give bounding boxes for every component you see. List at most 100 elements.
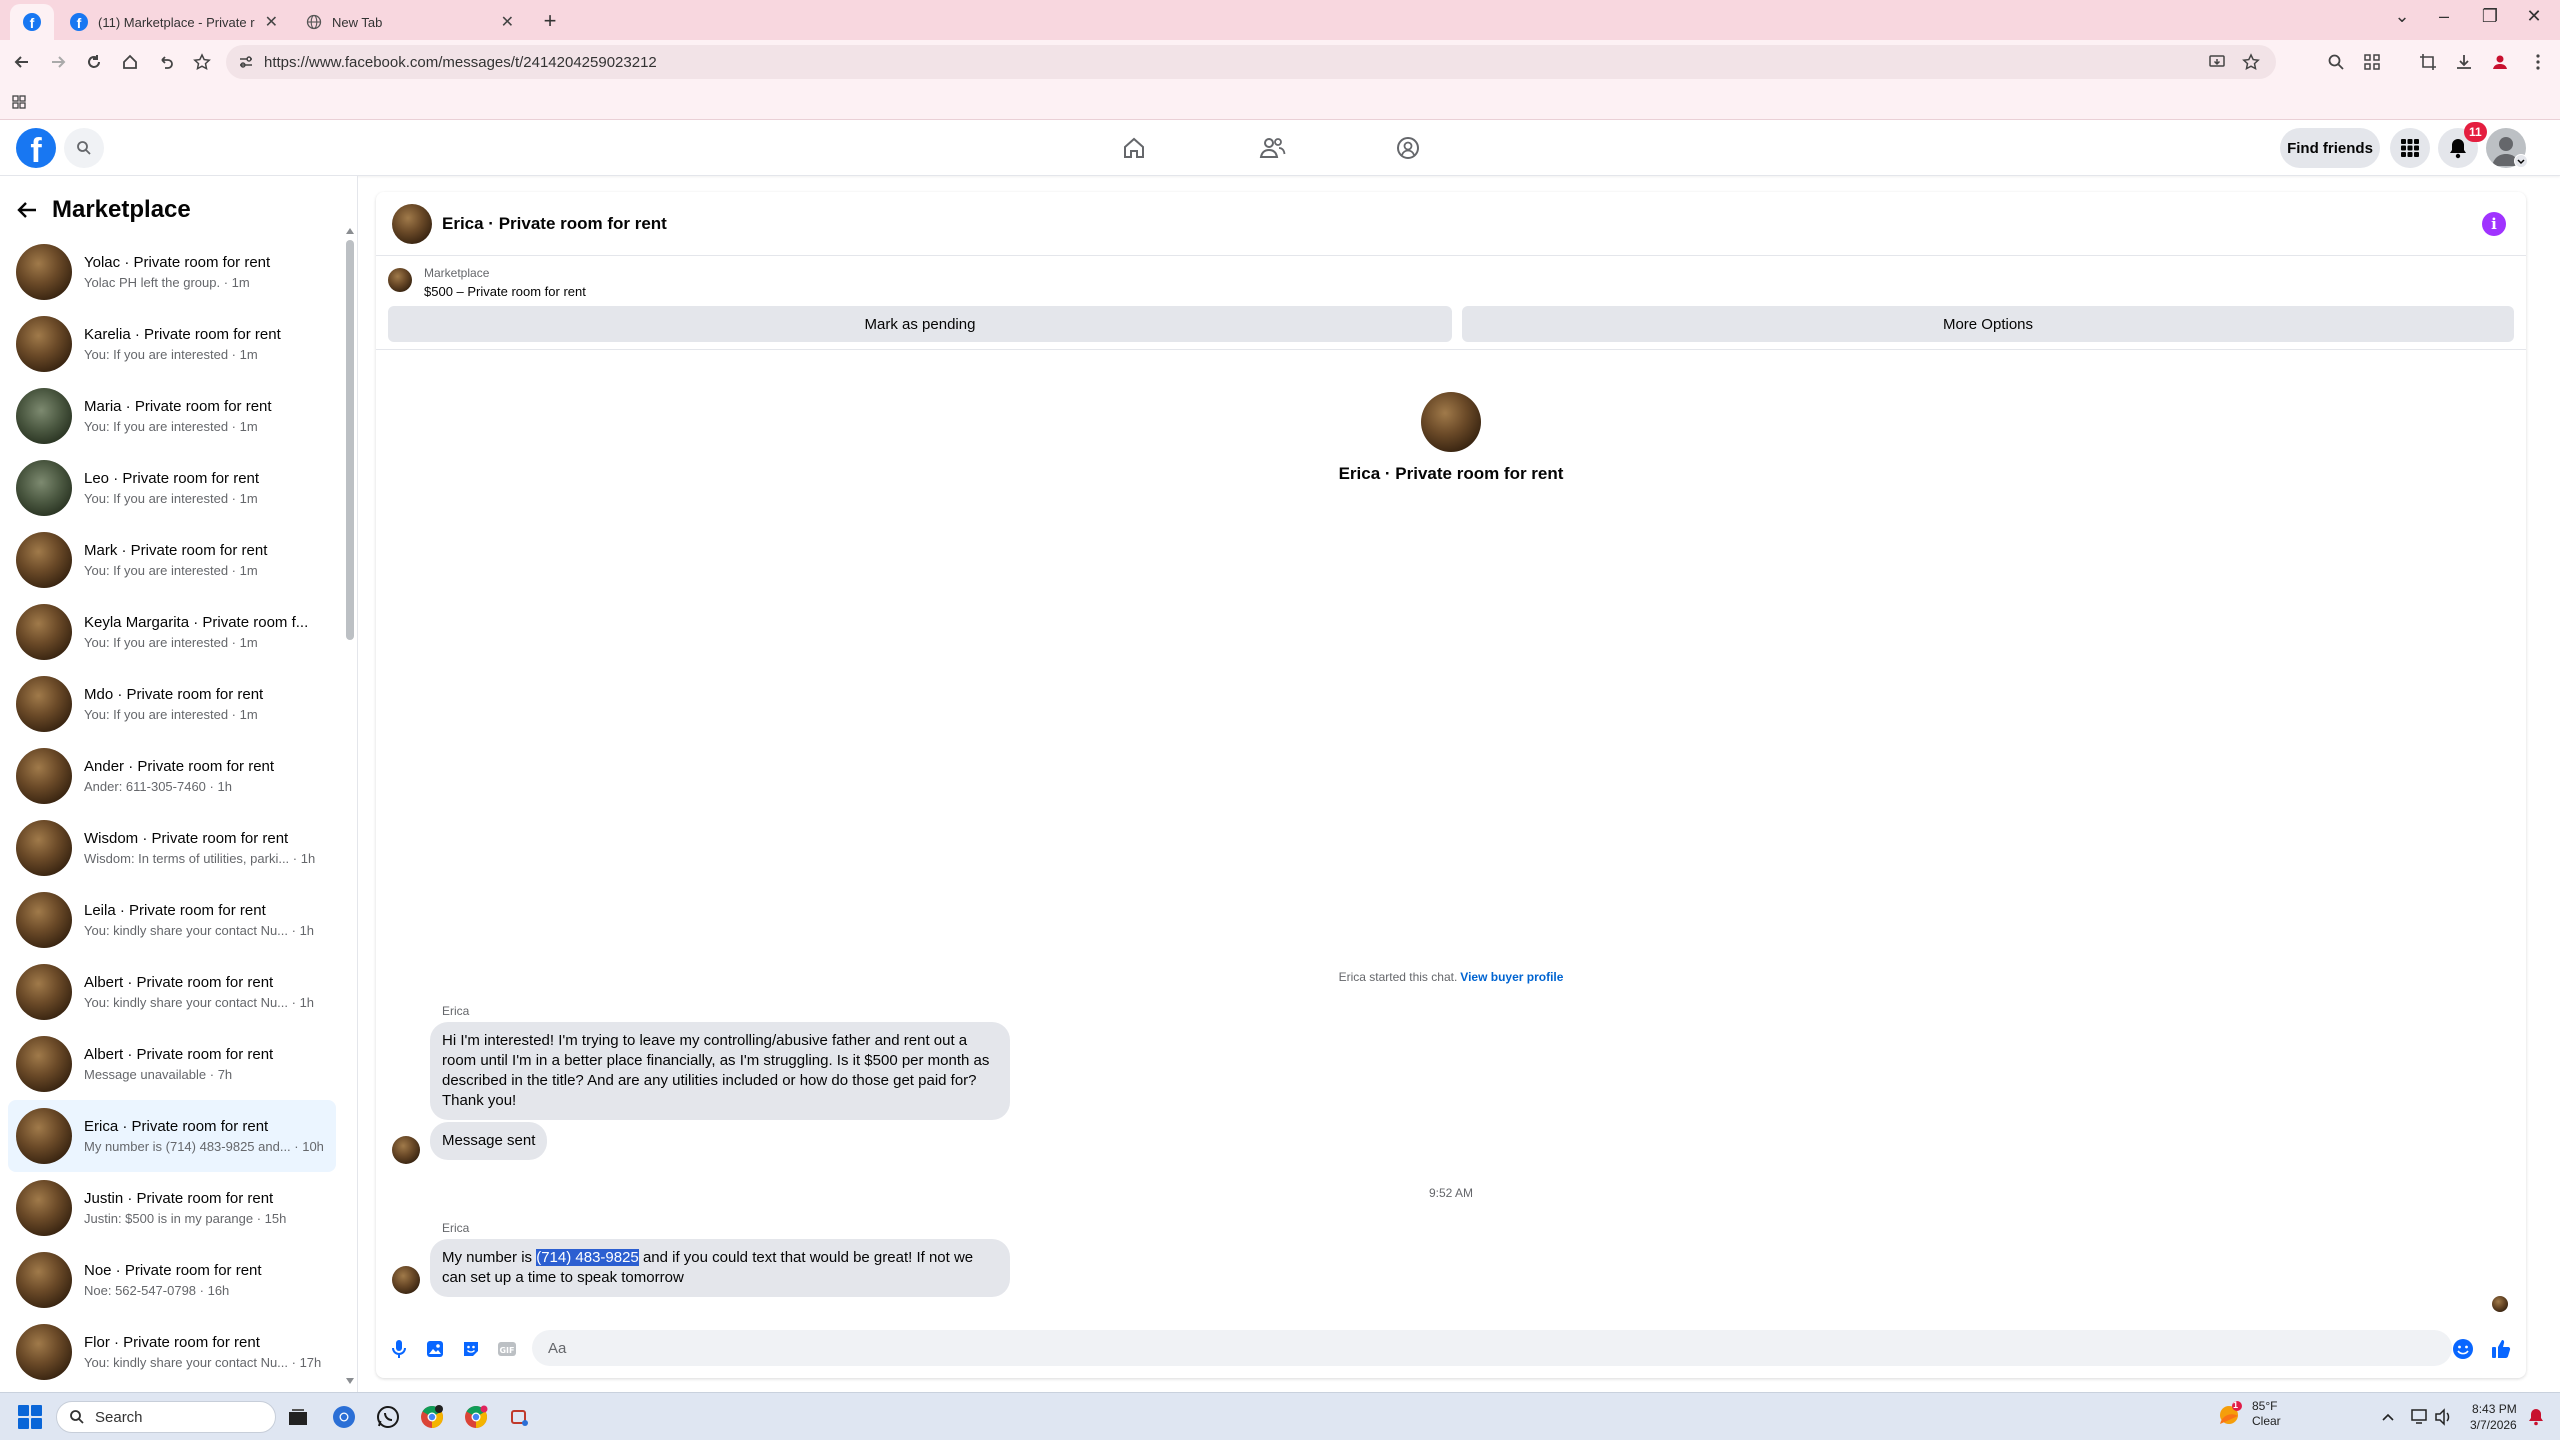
task-view-icon[interactable]	[284, 1403, 312, 1431]
tab-search-dropdown-icon[interactable]: ⌄	[2388, 6, 2416, 27]
apps-grid-icon[interactable]	[12, 95, 26, 109]
crop-screenshot-icon[interactable]	[2416, 50, 2440, 74]
scrollbar-thumb[interactable]	[346, 240, 354, 640]
facebook-logo-icon[interactable]: f	[16, 128, 56, 168]
conversation-item[interactable]: Mark · Private room for rent You: If you …	[8, 524, 336, 596]
taskbar-clock[interactable]: 8:43 PM 3/7/2026	[2470, 1401, 2517, 1433]
conversation-avatar	[16, 532, 72, 588]
notification-bell-icon[interactable]	[2522, 1403, 2550, 1431]
emoji-icon[interactable]	[2452, 1338, 2474, 1360]
gif-icon[interactable]: GIF	[496, 1338, 518, 1360]
weather-sun-icon	[2220, 1401, 2242, 1424]
nav-home-icon[interactable]	[1118, 132, 1150, 164]
microphone-icon[interactable]	[388, 1338, 410, 1360]
install-app-icon[interactable]	[2208, 53, 2226, 71]
sidebar-scrollbar[interactable]	[344, 226, 356, 1386]
conversation-item[interactable]: Albert · Private room for rent You: kindl…	[8, 956, 336, 1028]
close-tab-icon[interactable]: ✕	[265, 12, 278, 32]
new-tab-button[interactable]: +	[538, 8, 562, 34]
weather-widget[interactable]: 1 85°F Clear	[2216, 1399, 2281, 1429]
conversation-info-icon[interactable]: i	[2482, 212, 2506, 236]
listing-title[interactable]: $500 – Private room for rent	[424, 284, 586, 299]
close-tab-icon[interactable]: ✕	[501, 12, 514, 32]
scroll-up-icon[interactable]	[346, 228, 354, 234]
extensions-grid-icon[interactable]	[2360, 50, 2384, 74]
conversation-item[interactable]: Leila · Private room for rent You: kindly…	[8, 884, 336, 956]
photo-attach-icon[interactable]	[424, 1338, 446, 1360]
conversation-item[interactable]: Yolac · Private room for rent Yolac PH le…	[8, 236, 336, 308]
tab-title: (11) Marketplace - Private room	[98, 14, 255, 30]
intro-avatar[interactable]	[1421, 392, 1481, 452]
chat-title[interactable]: Erica · Private room for rent	[442, 214, 667, 234]
volume-icon[interactable]	[2430, 1403, 2458, 1431]
bookmark-star-icon[interactable]	[190, 50, 214, 74]
tab-marketplace[interactable]: f (11) Marketplace - Private room ✕	[58, 4, 290, 40]
message-bubble[interactable]: Hi I'm interested! I'm trying to leave m…	[430, 1022, 1010, 1120]
listing-thumbnail[interactable]	[388, 268, 412, 292]
undo-icon[interactable]	[154, 50, 178, 74]
nav-friends-icon[interactable]	[1256, 132, 1288, 164]
conversation-avatar	[16, 316, 72, 372]
tab-new-tab[interactable]: New Tab ✕	[294, 4, 526, 40]
snipping-tool-app-icon[interactable]	[506, 1403, 534, 1431]
more-options-button[interactable]: More Options	[1462, 306, 2514, 342]
sender-avatar[interactable]	[392, 1136, 420, 1164]
conversation-item[interactable]: Ander · Private room for rent Ander: 611-…	[8, 740, 336, 812]
zoom-search-icon[interactable]	[2324, 50, 2348, 74]
taskbar-search-box[interactable]: Search	[56, 1401, 276, 1433]
menu-button[interactable]	[2390, 128, 2430, 168]
conversation-item[interactable]: Flor · Private room for rent You: kindly …	[8, 1316, 336, 1388]
chrome-profile-app-icon[interactable]	[418, 1403, 446, 1431]
minimize-icon[interactable]: –	[2430, 6, 2458, 27]
highlighted-phone-number[interactable]: (714) 483-9825	[536, 1249, 639, 1266]
message-bubble[interactable]: My number is (714) 483-9825 and if you c…	[430, 1239, 1010, 1297]
facebook-search-button[interactable]	[64, 128, 104, 168]
chrome-app-icon[interactable]	[330, 1403, 358, 1431]
svg-text:GIF: GIF	[499, 1346, 514, 1355]
conversation-item[interactable]: Maria · Private room for rent You: If you…	[8, 380, 336, 452]
conversation-item[interactable]: Justin · Private room for rent Justin: $5…	[8, 1172, 336, 1244]
conversation-item[interactable]: Albert · Private room for rent Message un…	[8, 1028, 336, 1100]
conversation-preview: You: If you are interested · 1m	[84, 563, 258, 578]
browser-menu-icon[interactable]	[2526, 50, 2550, 74]
find-friends-button[interactable]: Find friends	[2280, 128, 2380, 168]
forward-icon[interactable]	[46, 50, 70, 74]
sticker-icon[interactable]	[460, 1338, 482, 1360]
conversation-item[interactable]: Leo · Private room for rent You: If you a…	[8, 452, 336, 524]
message-input[interactable]	[532, 1330, 2452, 1366]
scroll-down-icon[interactable]	[346, 1378, 354, 1384]
site-info-icon[interactable]	[238, 54, 254, 70]
nav-groups-icon[interactable]	[1392, 132, 1424, 164]
conversation-item[interactable]: Mdo · Private room for rent You: If you a…	[8, 668, 336, 740]
back-arrow-icon[interactable]	[16, 199, 38, 221]
back-icon[interactable]	[10, 50, 34, 74]
windows-start-icon[interactable]	[18, 1405, 42, 1429]
tab-facebook-pinned[interactable]: f	[10, 4, 54, 40]
conversation-item[interactable]: Noe · Private room for rent Noe: 562-547-…	[8, 1244, 336, 1316]
whatsapp-app-icon[interactable]	[374, 1403, 402, 1431]
bookmark-page-star-icon[interactable]	[2242, 53, 2260, 71]
conversation-item[interactable]: Erica · Private room for rent My number i…	[8, 1100, 336, 1172]
account-dropdown-icon[interactable]	[2514, 154, 2528, 168]
conversation-text: Flor · Private room for rent You: kindly …	[84, 1334, 328, 1370]
restore-icon[interactable]: ❐	[2476, 6, 2504, 27]
message-sent-bubble[interactable]: Message sent	[430, 1122, 548, 1160]
conversation-item[interactable]: Karelia · Private room for rent You: If y…	[8, 308, 336, 380]
view-buyer-profile-link[interactable]: View buyer profile	[1460, 970, 1563, 984]
conversation-preview: Wisdom: In terms of utilities, parki... …	[84, 851, 316, 866]
browser-profile-icon[interactable]	[2488, 50, 2512, 74]
chrome-active-app-icon[interactable]	[462, 1403, 490, 1431]
downloads-icon[interactable]	[2452, 50, 2476, 74]
show-hidden-icons-chevron-icon[interactable]	[2374, 1403, 2402, 1431]
thumbs-up-icon[interactable]	[2490, 1338, 2512, 1360]
mark-as-pending-button[interactable]: Mark as pending	[388, 306, 1452, 342]
home-icon[interactable]	[118, 50, 142, 74]
reload-icon[interactable]	[82, 50, 106, 74]
sender-avatar[interactable]	[392, 1266, 420, 1294]
conversation-item[interactable]: Wisdom · Private room for rent Wisdom: In…	[8, 812, 336, 884]
contact-avatar[interactable]	[392, 203, 432, 244]
conversation-item[interactable]: Keyla Margarita · Private room f... You: …	[8, 596, 336, 668]
address-bar[interactable]: https://www.facebook.com/messages/t/2414…	[226, 45, 2276, 79]
close-window-icon[interactable]: ✕	[2520, 6, 2548, 27]
chat-panel: Erica · Private room for rent i Marketpl…	[376, 192, 2526, 1378]
